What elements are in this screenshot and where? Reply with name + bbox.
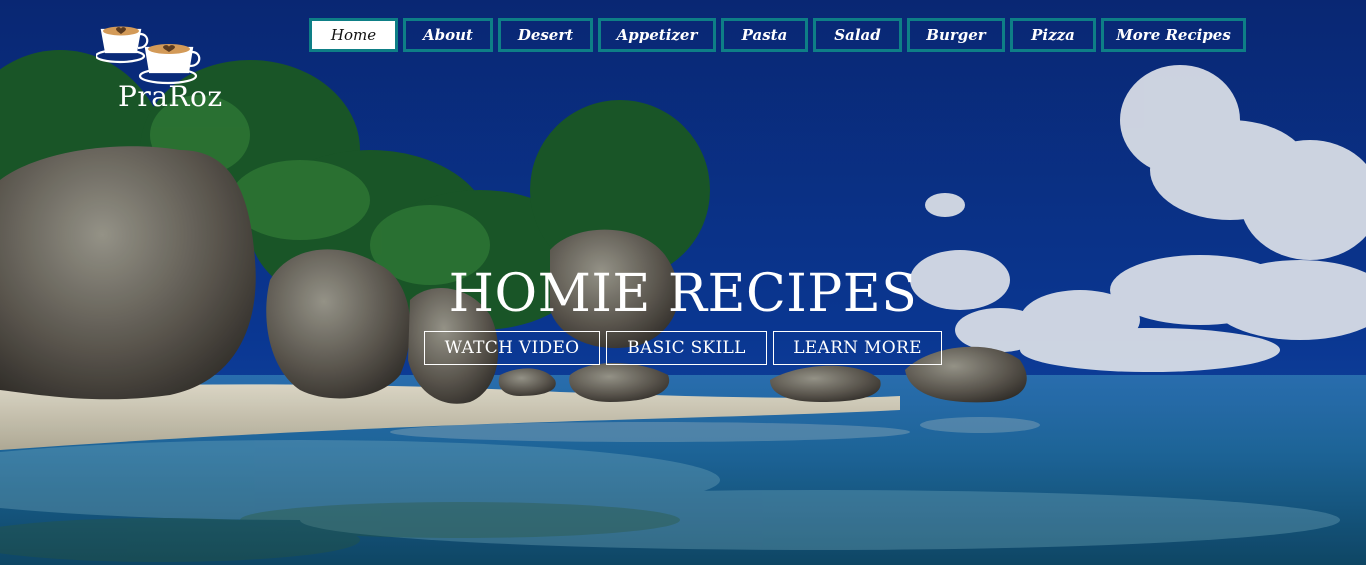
nav-item-about[interactable]: About — [403, 18, 493, 52]
coffee-cups-icon — [96, 26, 201, 85]
nav-item-salad[interactable]: Salad — [813, 18, 902, 52]
logo[interactable]: PraRoz — [96, 18, 222, 118]
nav-item-burger[interactable]: Burger — [907, 18, 1005, 52]
watch-video-button[interactable]: WATCH VIDEO — [424, 331, 600, 365]
nav-item-more-recipes[interactable]: More Recipes — [1101, 18, 1246, 52]
hero-buttons: WATCH VIDEO BASIC SKILL LEARN MORE — [0, 331, 1366, 365]
nav-item-pasta[interactable]: Pasta — [721, 18, 808, 52]
nav-item-pizza[interactable]: Pizza — [1010, 18, 1096, 52]
nav-item-appetizer[interactable]: Appetizer — [598, 18, 716, 52]
basic-skill-button[interactable]: BASIC SKILL — [606, 331, 767, 365]
learn-more-button[interactable]: LEARN MORE — [773, 331, 942, 365]
nav-item-home[interactable]: Home — [309, 18, 398, 52]
hero-title: HOMIE RECIPES — [448, 264, 918, 324]
brand-name: PraRoz — [118, 80, 223, 113]
nav-item-desert[interactable]: Desert — [498, 18, 593, 52]
main-nav: Home About Desert Appetizer Pasta Salad … — [309, 18, 1246, 54]
